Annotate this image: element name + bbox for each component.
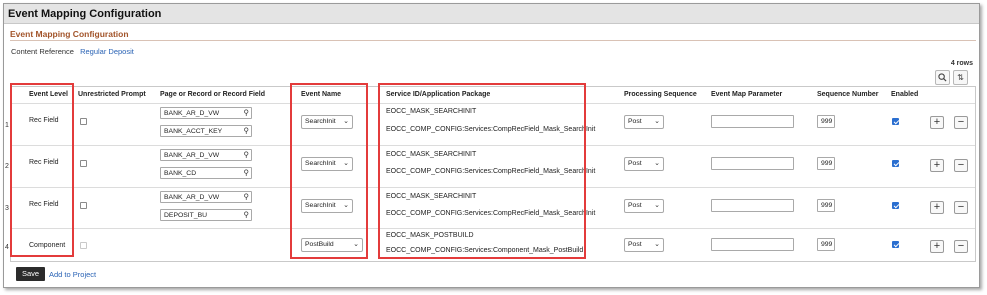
row-number: 2: [5, 163, 9, 170]
enabled-checkbox[interactable]: [892, 241, 899, 248]
add-row-button[interactable]: +: [930, 201, 944, 214]
chevron-down-icon: ⌄: [654, 118, 660, 125]
row-number: 1: [5, 122, 9, 129]
highlight-event-level: [10, 83, 74, 257]
lookup-icon[interactable]: ⚲: [244, 210, 250, 219]
record-input[interactable]: BANK_AR_D_VW ⚲: [160, 149, 252, 161]
add-to-project-link[interactable]: Add to Project: [49, 270, 96, 279]
search-icon: [938, 73, 947, 82]
minus-icon: −: [957, 159, 965, 171]
event-map-parameter-input[interactable]: [711, 115, 794, 128]
lookup-icon[interactable]: ⚲: [244, 108, 250, 117]
rows-count: 4 rows: [950, 60, 973, 67]
highlight-service-id: [378, 83, 586, 259]
unrestricted-prompt-checkbox[interactable]: [80, 202, 87, 209]
field-value: BANK_ACCT_KEY: [164, 127, 223, 135]
content-reference-label: Content Reference: [11, 47, 74, 56]
field-input[interactable]: DEPOSIT_BU ⚲: [160, 209, 252, 221]
plus-icon: +: [933, 201, 941, 213]
event-map-parameter-input[interactable]: [711, 238, 794, 251]
event-map-parameter-input[interactable]: [711, 199, 794, 212]
page-frame: Event Mapping Configuration Event Mappin…: [3, 3, 980, 288]
header-unrestricted-prompt: Unrestricted Prompt: [78, 91, 146, 98]
window-titlebar: Event Mapping Configuration: [4, 4, 979, 24]
delete-row-button[interactable]: −: [954, 116, 968, 129]
delete-row-button[interactable]: −: [954, 159, 968, 172]
field-input[interactable]: BANK_CD ⚲: [160, 167, 252, 179]
chevron-down-icon: ⌄: [654, 202, 660, 209]
header-processing-sequence: Processing Sequence: [624, 91, 697, 98]
window-title: Event Mapping Configuration: [8, 8, 162, 20]
add-row-button[interactable]: +: [930, 240, 944, 253]
unrestricted-prompt-checkbox[interactable]: [80, 242, 87, 249]
row-number: 4: [5, 244, 9, 251]
processing-sequence-value: Post: [628, 202, 642, 209]
sequence-number-input[interactable]: 999: [817, 115, 835, 128]
processing-sequence-value: Post: [628, 160, 642, 167]
lookup-icon[interactable]: ⚲: [244, 126, 250, 135]
sequence-number-input[interactable]: 999: [817, 238, 835, 251]
grid-search-button[interactable]: [935, 70, 950, 85]
record-value: BANK_AR_D_VW: [164, 109, 220, 117]
processing-sequence-select[interactable]: Post ⌄: [624, 238, 664, 252]
sequence-number-input[interactable]: 999: [817, 199, 835, 212]
record-value: BANK_AR_D_VW: [164, 193, 220, 201]
record-input[interactable]: BANK_AR_D_VW ⚲: [160, 191, 252, 203]
minus-icon: −: [957, 240, 965, 252]
subtitle-divider: [10, 40, 976, 41]
sequence-number-input[interactable]: 999: [817, 157, 835, 170]
add-row-button[interactable]: +: [930, 159, 944, 172]
header-enabled: Enabled: [891, 91, 919, 98]
processing-sequence-value: Post: [628, 241, 642, 248]
header-event-map-parameter: Event Map Parameter: [711, 91, 783, 98]
unrestricted-prompt-checkbox[interactable]: [80, 118, 87, 125]
enabled-checkbox[interactable]: [892, 202, 899, 209]
enabled-checkbox[interactable]: [892, 160, 899, 167]
header-record-field: Page or Record or Record Field: [160, 91, 266, 98]
lookup-icon[interactable]: ⚲: [244, 150, 250, 159]
unrestricted-prompt-checkbox[interactable]: [80, 160, 87, 167]
header-sequence-number: Sequence Number: [817, 91, 879, 98]
processing-sequence-select[interactable]: Post ⌄: [624, 199, 664, 213]
content-reference: Content Reference Regular Deposit: [11, 47, 134, 56]
content-reference-link[interactable]: Regular Deposit: [80, 47, 134, 56]
record-value: BANK_AR_D_VW: [164, 151, 220, 159]
processing-sequence-select[interactable]: Post ⌄: [624, 157, 664, 171]
grid-sort-button[interactable]: ⇅: [953, 70, 968, 85]
minus-icon: −: [957, 116, 965, 128]
processing-sequence-value: Post: [628, 118, 642, 125]
plus-icon: +: [933, 159, 941, 171]
field-value: DEPOSIT_BU: [164, 211, 208, 219]
save-button[interactable]: Save: [16, 267, 45, 281]
add-row-button[interactable]: +: [930, 116, 944, 129]
row-number: 3: [5, 205, 9, 212]
highlight-event-name: [290, 83, 368, 259]
record-input[interactable]: BANK_AR_D_VW ⚲: [160, 107, 252, 119]
processing-sequence-select[interactable]: Post ⌄: [624, 115, 664, 129]
plus-icon: +: [933, 240, 941, 252]
field-input[interactable]: BANK_ACCT_KEY ⚲: [160, 125, 252, 137]
sort-icon: ⇅: [957, 73, 964, 82]
event-map-parameter-input[interactable]: [711, 157, 794, 170]
plus-icon: +: [933, 116, 941, 128]
lookup-icon[interactable]: ⚲: [244, 192, 250, 201]
delete-row-button[interactable]: −: [954, 201, 968, 214]
lookup-icon[interactable]: ⚲: [244, 168, 250, 177]
enabled-checkbox[interactable]: [892, 118, 899, 125]
page-subtitle: Event Mapping Configuration: [10, 29, 129, 39]
chevron-down-icon: ⌄: [654, 241, 660, 248]
field-value: BANK_CD: [164, 169, 197, 177]
chevron-down-icon: ⌄: [654, 160, 660, 167]
delete-row-button[interactable]: −: [954, 240, 968, 253]
minus-icon: −: [957, 201, 965, 213]
